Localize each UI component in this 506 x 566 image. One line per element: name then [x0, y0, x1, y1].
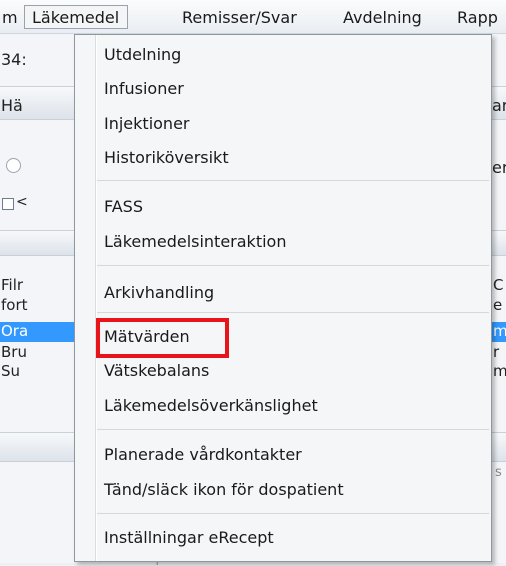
menu-item-utdelning[interactable]: Utdelning	[104, 45, 181, 64]
background-text-fragment: r	[493, 343, 500, 361]
background-text-fragment: m	[493, 322, 506, 340]
menu-item-vatskebalans[interactable]: Vätskebalans	[104, 361, 209, 380]
menu-item-infusioner[interactable]: Infusioner	[104, 79, 184, 98]
menu-item-tand-slack-ikon[interactable]: Tänd/släck ikon för dospatient	[104, 480, 344, 499]
menubar-item-remisser-svar[interactable]: Remisser/Svar	[182, 8, 297, 27]
background-text-fragment: fort	[1, 296, 28, 314]
background-radio[interactable]	[6, 158, 21, 173]
menu-item-historikoversikt[interactable]: Historiköversikt	[104, 148, 229, 167]
menubar-item-lakemedel[interactable]: Läkemedel	[24, 5, 129, 29]
background-text-fragment: er	[492, 158, 506, 177]
menu-item-fass[interactable]: FASS	[104, 197, 143, 216]
menubar-item-m[interactable]: m	[2, 8, 18, 27]
menu-bar: m Läkemedel Remisser/Svar Avdelning Rapp	[0, 0, 506, 34]
menu-gutter-highlight	[96, 35, 97, 561]
background-text-fragment: <	[16, 194, 28, 210]
menu-item-injektioner[interactable]: Injektioner	[104, 114, 189, 133]
menu-item-arkivhandling[interactable]: Arkivhandling	[104, 283, 214, 302]
background-text-fragment: s	[495, 465, 502, 480]
menubar-item-avdelning[interactable]: Avdelning	[343, 8, 422, 27]
background-text-fragment: Hä	[1, 96, 23, 115]
background-text-fragment: ar	[492, 96, 506, 115]
menu-item-lakemedelsoverkanslighet[interactable]: Läkemedelsöverkänslighet	[104, 396, 318, 415]
menu-item-planerade-vardkontakter[interactable]: Planerade vårdkontakter	[104, 445, 302, 464]
lakemedel-dropdown-menu: Utdelning Infusioner Injektioner Histori…	[74, 34, 492, 562]
background-text-fragment: m	[493, 362, 506, 380]
background-text-fragment: e	[493, 296, 503, 314]
background-text-fragment: Ora	[1, 322, 29, 340]
menu-separator	[97, 265, 489, 266]
menu-item-lakemedelsinteraktion[interactable]: Läkemedelsinteraktion	[104, 232, 286, 251]
background-text-fragment: 34:	[1, 50, 27, 69]
background-text-fragment: Su	[1, 362, 21, 380]
background-checkbox[interactable]	[2, 198, 14, 210]
background-text-fragment: C	[493, 276, 504, 294]
menu-item-installningar-erecept[interactable]: Inställningar eRecept	[104, 528, 274, 547]
menu-separator	[97, 513, 489, 514]
highlight-box-matvarden	[96, 318, 229, 358]
menu-separator	[97, 429, 489, 430]
menu-separator	[97, 180, 489, 181]
background-text-fragment: Bru	[1, 343, 27, 361]
menu-separator	[97, 312, 489, 313]
menubar-item-rapp[interactable]: Rapp	[457, 8, 498, 27]
background-text-fragment: Filr	[1, 276, 24, 294]
